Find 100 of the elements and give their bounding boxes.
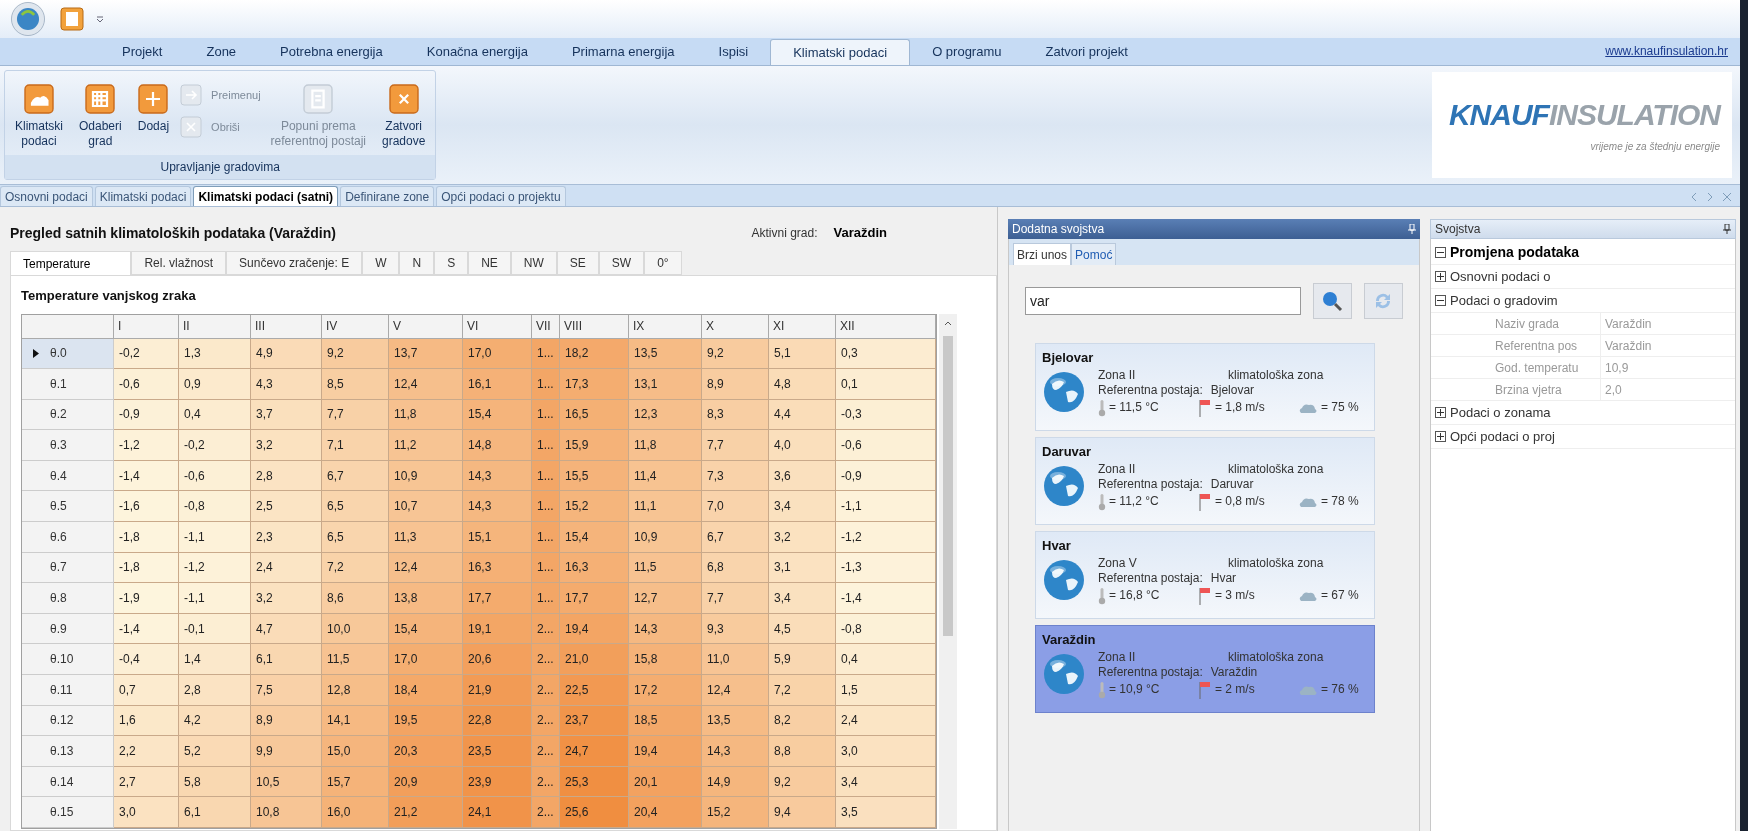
column-header[interactable]: XII xyxy=(836,314,936,339)
column-header[interactable]: I xyxy=(114,314,179,339)
column-header[interactable]: IX xyxy=(629,314,702,339)
column-header[interactable]: V xyxy=(389,314,463,339)
city-card[interactable]: Daruvar Zona II klimatološka zona Referentna postaja: Daruvar = 11,2 °C = 0,8 m/s = 78 % xyxy=(1035,437,1375,525)
ribbon-tab[interactable]: O programu xyxy=(910,39,1024,65)
row-header[interactable]: θ.3 xyxy=(22,430,114,461)
active-city-label: Aktivni grad: xyxy=(751,225,818,242)
data-tab[interactable]: S xyxy=(434,251,469,275)
data-tab[interactable]: Sunčevo zračenje: E xyxy=(226,251,363,275)
column-header[interactable]: XI xyxy=(769,314,836,339)
ribbon-tab[interactable]: Potrebna energija xyxy=(258,39,405,65)
row-header[interactable]: θ.11 xyxy=(22,675,114,706)
document-tab[interactable]: Klimatski podaci (satni) xyxy=(193,186,339,206)
close-icon[interactable] xyxy=(1722,192,1732,202)
data-tab[interactable]: 0° xyxy=(644,251,682,275)
row-header[interactable]: θ.12 xyxy=(22,705,114,737)
ribbon-button[interactable]: Zatvori gradove xyxy=(376,79,432,149)
expand-icon[interactable] xyxy=(1435,407,1446,418)
row-header[interactable]: θ.5 xyxy=(22,491,114,523)
ribbon-tab[interactable]: Zatvori projekt xyxy=(1023,39,1150,65)
column-header[interactable]: VI xyxy=(463,314,532,339)
table-corner[interactable] xyxy=(22,314,114,339)
city-card[interactable]: Hvar Zona V klimatološka zona Referentna postaja: Hvar = 16,8 °C = 3 m/s = 67 % xyxy=(1035,531,1375,619)
row-header[interactable]: θ.1 xyxy=(22,369,114,400)
search-field[interactable]: var xyxy=(1025,287,1301,315)
row-header[interactable]: θ.15 xyxy=(22,797,114,828)
row-header[interactable]: θ.0 xyxy=(22,338,114,370)
city-card[interactable]: Varaždin Zona II klimatološka zona Referentna postaja: Varaždin = 10,9 °C = 2 m/s = 76 % xyxy=(1035,625,1375,713)
expand-icon[interactable] xyxy=(1435,431,1446,442)
data-tab[interactable]: N xyxy=(399,251,435,275)
station-name: Bjelovar xyxy=(1210,382,1255,398)
table-cell: 17,2 xyxy=(629,675,702,706)
wind-speed-value: = 3 m/s xyxy=(1215,588,1255,603)
column-header[interactable]: IV xyxy=(322,314,389,339)
table-cell: 9,2 xyxy=(702,338,769,370)
document-tab[interactable]: Definirane zone xyxy=(340,186,435,206)
column-header[interactable]: III xyxy=(251,314,322,339)
data-tab[interactable]: Rel. vlažnost xyxy=(131,251,227,275)
ribbon-tab[interactable]: Projekt xyxy=(100,39,185,65)
city-card[interactable]: Bjelovar Zona II klimatološka zona Referentna postaja: Bjelovar = 11,5 °C = 1,8 m/s = 75 % xyxy=(1035,343,1375,431)
pin-icon[interactable] xyxy=(1723,224,1731,234)
data-tab[interactable]: SW xyxy=(598,251,645,275)
document-tab[interactable]: Klimatski podaci xyxy=(94,186,192,206)
table-cell: 11,5 xyxy=(629,552,702,584)
data-tab[interactable]: NE xyxy=(468,251,511,275)
table-cell: 3,6 xyxy=(769,460,836,492)
search-button[interactable] xyxy=(1312,283,1352,319)
scrollbar-thumb[interactable] xyxy=(943,335,953,636)
table-cell: 17,7 xyxy=(463,583,532,614)
ribbon-tab[interactable]: Primarna energija xyxy=(549,39,697,65)
row-header[interactable]: θ.2 xyxy=(22,399,114,431)
row-header[interactable]: θ.10 xyxy=(22,644,114,676)
collapse-icon[interactable] xyxy=(1435,295,1446,306)
document-tab[interactable]: Osnovni podaci xyxy=(0,186,93,206)
city-name: Daruvar xyxy=(1042,443,1093,461)
brand-logo: KNAUFINSULATION vrijeme je za štednju energije xyxy=(1432,72,1732,178)
ribbon-tab[interactable]: Konačna energija xyxy=(404,39,550,65)
expand-icon[interactable] xyxy=(1435,271,1446,282)
data-tab[interactable]: Temperature xyxy=(10,251,132,275)
wind-speed-value: = 0,8 m/s xyxy=(1215,494,1265,509)
column-header[interactable]: VIII xyxy=(560,314,629,339)
table-cell: 8,9 xyxy=(251,705,322,737)
ribbon-button[interactable]: Odaberi grad xyxy=(73,79,128,149)
panel-tab[interactable]: Brzi unos xyxy=(1013,243,1072,265)
row-header[interactable]: θ.14 xyxy=(22,766,114,798)
row-header[interactable]: θ.4 xyxy=(22,460,114,492)
collapse-icon[interactable] xyxy=(1435,247,1446,258)
row-header[interactable]: θ.8 xyxy=(22,583,114,614)
data-tab[interactable]: NW xyxy=(510,251,557,275)
dropdown-caret-icon[interactable] xyxy=(96,15,104,23)
column-header[interactable]: VII xyxy=(532,314,560,339)
row-header[interactable]: θ.7 xyxy=(22,552,114,584)
scroll-left-icon[interactable] xyxy=(1690,192,1698,202)
ribbon-tab[interactable]: Zone xyxy=(184,39,259,65)
ribbon-tab[interactable]: Klimatski podaci xyxy=(770,39,911,65)
column-header[interactable]: X xyxy=(702,314,769,339)
row-header[interactable]: θ.13 xyxy=(22,736,114,767)
panel-tab[interactable]: Pomoć xyxy=(1071,243,1117,265)
data-tab[interactable]: SE xyxy=(556,251,599,275)
table-cell: -0,3 xyxy=(836,399,936,431)
table-cell: 1,5 xyxy=(836,675,936,706)
data-tab[interactable]: W xyxy=(362,251,400,275)
calculator-icon[interactable] xyxy=(60,7,84,31)
ribbon-tab[interactable]: Ispisi xyxy=(696,39,771,65)
scroll-right-icon[interactable] xyxy=(1706,192,1714,202)
table-cell: 23,9 xyxy=(463,766,532,798)
row-header[interactable]: θ.9 xyxy=(22,613,114,645)
website-link[interactable]: www.knaufinsulation.hr xyxy=(1605,42,1728,60)
document-tab[interactable]: Opći podaci o projektu xyxy=(436,186,566,206)
table-cell: 3,4 xyxy=(769,491,836,523)
app-logo-icon[interactable] xyxy=(8,1,48,37)
ribbon-button[interactable]: Dodaj xyxy=(131,79,176,134)
table-cell: 2,5 xyxy=(251,491,322,523)
close-icon xyxy=(386,82,421,116)
table-cell: 3,0 xyxy=(114,797,179,828)
row-header[interactable]: θ.6 xyxy=(22,522,114,553)
vertical-scrollbar[interactable] xyxy=(939,313,957,829)
ribbon-button[interactable]: Klimatski podaci xyxy=(9,79,69,149)
column-header[interactable]: II xyxy=(179,314,251,339)
